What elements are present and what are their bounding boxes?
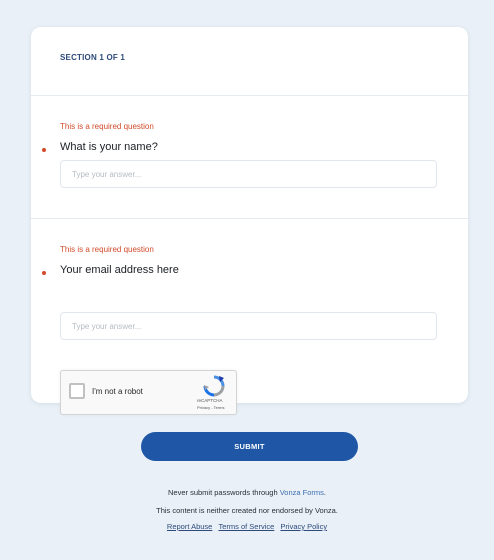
report-abuse-link[interactable]: Report Abuse	[167, 522, 212, 531]
terms-of-service-link[interactable]: Terms of Service	[218, 522, 274, 531]
privacy-policy-link[interactable]: Privacy Policy	[280, 522, 327, 531]
footer-links: Report Abuse Terms of Service Privacy Po…	[0, 522, 494, 531]
name-input[interactable]	[60, 160, 437, 188]
required-message: This is a required question	[60, 122, 154, 131]
section-header: SECTION 1 OF 1	[31, 27, 468, 96]
email-input[interactable]	[60, 312, 437, 340]
footer-disclaimer: This content is neither created nor endo…	[156, 506, 338, 515]
required-marker-icon	[42, 271, 46, 275]
required-marker-icon	[42, 148, 46, 152]
recaptcha-brand: reCAPTCHA	[197, 398, 223, 403]
question-title: Your email address here	[60, 264, 179, 276]
recaptcha-label: I'm not a robot	[92, 387, 143, 396]
submit-button[interactable]: SUBMIT	[141, 432, 358, 461]
required-message: This is a required question	[60, 245, 154, 254]
question-title: What is your name?	[60, 141, 158, 153]
recaptcha-checkbox[interactable]	[69, 383, 85, 399]
recaptcha-widget: I'm not a robot reCAPTCHA Privacy - Term…	[60, 370, 237, 415]
form-card: SECTION 1 OF 1 This is a required questi…	[31, 27, 468, 415]
question-email: This is a required question Your email a…	[31, 219, 468, 415]
recaptcha-logo-icon	[203, 375, 225, 397]
question-name: This is a required question What is your…	[31, 96, 468, 219]
footer-warning-suffix: .	[323, 488, 326, 497]
footer-password-warning: Never submit passwords through Vonza For…	[0, 488, 494, 497]
section-label: SECTION 1 OF 1	[60, 53, 126, 62]
recaptcha-terms-link[interactable]: Privacy - Terms	[197, 405, 224, 410]
vonza-forms-link[interactable]: Vonza Forms	[280, 488, 324, 497]
footer-warning-text: Never submit passwords through	[168, 488, 280, 497]
